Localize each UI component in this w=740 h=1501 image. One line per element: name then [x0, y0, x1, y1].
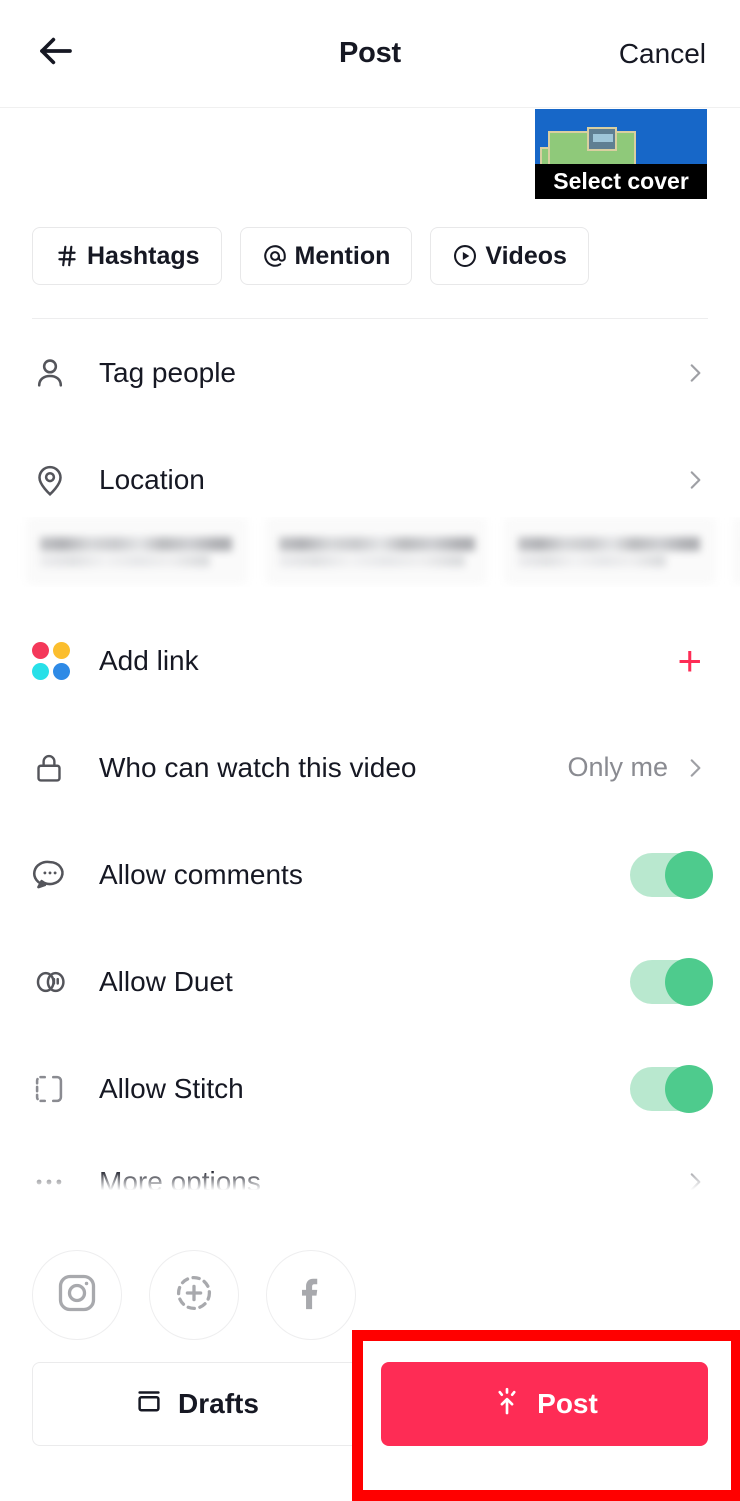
four-color-dots-icon — [32, 641, 80, 680]
instagram-story-icon — [172, 1271, 216, 1320]
drafts-box-icon — [134, 1386, 164, 1423]
row-add-link[interactable]: Add link + — [0, 607, 740, 714]
location-pin-icon — [32, 462, 80, 498]
chevron-right-icon — [682, 360, 708, 386]
drafts-button[interactable]: Drafts — [32, 1362, 361, 1446]
chip-videos[interactable]: Videos — [430, 227, 589, 285]
row-privacy-label: Who can watch this video — [99, 751, 417, 783]
row-allow-duet-label: Allow Duet — [99, 965, 233, 997]
chevron-right-icon — [682, 755, 708, 781]
caption-block: Select cover — [0, 109, 740, 215]
toggle-allow-stitch[interactable] — [630, 1064, 713, 1113]
drafts-label: Drafts — [178, 1388, 259, 1419]
row-tag-people[interactable]: Tag people — [0, 319, 740, 426]
chip-hashtags[interactable]: Hashtags — [32, 227, 222, 285]
chip-mention[interactable]: Mention — [239, 227, 413, 285]
chip-mention-label: Mention — [294, 241, 391, 270]
privacy-value: Only me — [567, 752, 668, 782]
ellipsis-icon — [32, 1165, 80, 1197]
location-suggestion-item[interactable] — [26, 517, 248, 585]
select-cover-button[interactable]: Select cover — [535, 109, 707, 199]
row-tag-people-label: Tag people — [99, 356, 237, 388]
row-more-options-label: More options — [99, 1165, 261, 1197]
toggle-allow-duet[interactable] — [630, 957, 713, 1006]
lock-icon — [32, 751, 80, 785]
bottom-action-bar: Drafts Post — [0, 1242, 740, 1500]
location-suggestion-item[interactable] — [733, 517, 740, 585]
cancel-button[interactable]: Cancel — [619, 38, 706, 70]
share-facebook-button[interactable] — [266, 1250, 356, 1340]
play-circle-icon — [452, 243, 478, 269]
chevron-right-icon — [682, 467, 708, 493]
add-link-button[interactable]: + — [677, 639, 708, 682]
row-more-options[interactable]: More options — [0, 1142, 740, 1196]
row-allow-stitch-label: Allow Stitch — [99, 1072, 244, 1104]
location-suggestion-list[interactable] — [0, 517, 740, 587]
row-add-link-label: Add link — [99, 644, 199, 676]
location-suggestion-item[interactable] — [504, 517, 716, 585]
share-targets — [32, 1242, 708, 1340]
hashtag-icon — [54, 243, 80, 269]
select-cover-label: Select cover — [535, 164, 707, 199]
row-location-label: Location — [99, 463, 205, 495]
comment-bubble-icon — [32, 857, 80, 893]
duet-icon — [32, 963, 80, 1001]
share-instagram-story-button[interactable] — [149, 1250, 239, 1340]
row-allow-stitch[interactable]: Allow Stitch — [0, 1035, 740, 1142]
back-button[interactable] — [28, 26, 84, 82]
instagram-icon — [55, 1271, 99, 1320]
row-allow-duet[interactable]: Allow Duet — [0, 928, 740, 1035]
cover-thumbnail-image — [535, 109, 707, 164]
publish-burst-icon — [491, 1385, 523, 1424]
quick-insert-chips: Hashtags Mention Videos — [0, 227, 740, 285]
row-more-options-wrap: More options — [0, 1142, 740, 1196]
caption-input[interactable] — [32, 109, 512, 154]
row-allow-comments-label: Allow comments — [99, 858, 303, 890]
chevron-right-icon — [682, 1169, 708, 1195]
app-header: Post Cancel — [0, 0, 740, 108]
toggle-allow-comments[interactable] — [630, 850, 713, 899]
row-privacy[interactable]: Who can watch this video Only me — [0, 714, 740, 821]
arrow-left-icon — [35, 30, 77, 77]
stitch-icon — [32, 1072, 80, 1106]
post-button[interactable]: Post — [381, 1362, 708, 1446]
post-settings-scroll[interactable]: Select cover Hashtags Mention Videos Tag… — [0, 109, 740, 1242]
facebook-icon — [289, 1271, 333, 1320]
location-suggestion-item[interactable] — [265, 517, 487, 585]
chip-hashtags-label: Hashtags — [87, 241, 200, 270]
post-label: Post — [537, 1388, 598, 1419]
row-allow-comments[interactable]: Allow comments — [0, 821, 740, 928]
primary-actions: Drafts Post — [32, 1362, 708, 1446]
at-mention-icon — [262, 243, 288, 269]
share-instagram-button[interactable] — [32, 1250, 122, 1340]
person-icon — [32, 355, 80, 391]
chip-videos-label: Videos — [485, 241, 567, 270]
